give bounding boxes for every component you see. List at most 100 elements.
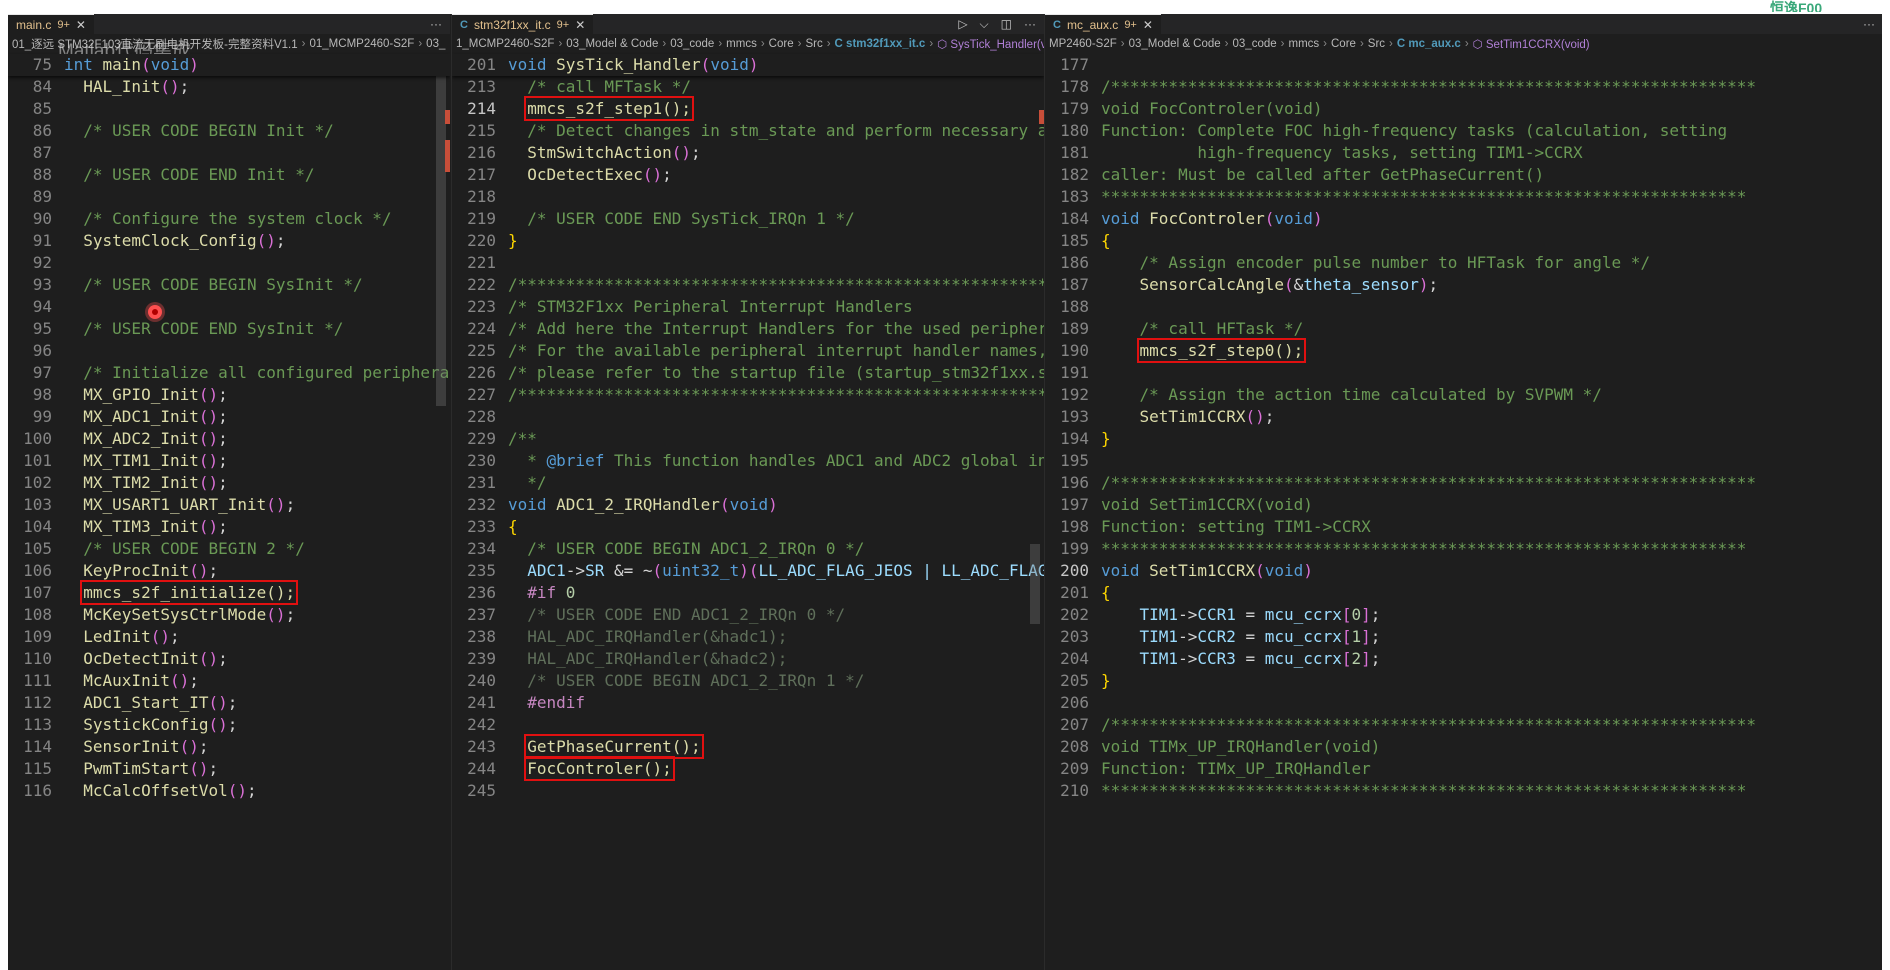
code-line[interactable]: 94 — [8, 296, 450, 318]
code-line[interactable]: 110 OcDetectInit(); — [8, 648, 450, 670]
code-line[interactable]: 180 Function: Complete FOC high-frequency… — [1045, 120, 1882, 142]
sticky-scroll-line[interactable]: 201 void SysTick_Handler(void) — [452, 54, 1044, 76]
code-line[interactable]: 230 * @brief This function handles ADC1 … — [452, 450, 1044, 472]
code-line[interactable]: 207 /************************************… — [1045, 714, 1882, 736]
code-line[interactable]: 101 MX_TIM1_Init(); — [8, 450, 450, 472]
code-line[interactable]: 184 void FocControler(void) — [1045, 208, 1882, 230]
split-editor-icon[interactable]: ◫ — [1001, 17, 1012, 31]
code-line[interactable]: 108 McKeySetSysCtrlMode(); — [8, 604, 450, 626]
close-icon[interactable]: ✕ — [575, 18, 585, 32]
code-line[interactable]: 209 Function: TIMx_UP_IRQHandler — [1045, 758, 1882, 780]
code-line[interactable]: 186 /* Assign encoder pulse number to HF… — [1045, 252, 1882, 274]
code-line[interactable]: 88 /* USER CODE END Init */ — [8, 164, 450, 186]
code-line[interactable]: 102 MX_TIM2_Init(); — [8, 472, 450, 494]
breadcrumb-file[interactable]: C stm32f1xx_it.c — [835, 38, 926, 50]
code-line[interactable]: 103 MX_USART1_UART_Init(); — [8, 494, 450, 516]
breadcrumb-folder[interactable]: MP2460-S2F — [1049, 38, 1117, 50]
code-line[interactable]: 93 /* USER CODE BEGIN SysInit */ — [8, 274, 450, 296]
code-line[interactable]: 198 Function: setting TIM1->CCRX — [1045, 516, 1882, 538]
code-line[interactable]: 201 { — [1045, 582, 1882, 604]
code-line[interactable]: 226 /* please refer to the startup file (… — [452, 362, 1044, 384]
code-line[interactable]: 178 /************************************… — [1045, 76, 1882, 98]
code-line[interactable]: 222 /************************************… — [452, 274, 1044, 296]
code-line[interactable]: 87 — [8, 142, 450, 164]
breadcrumb-folder[interactable]: 03_code — [1233, 38, 1277, 50]
breadcrumb-folder[interactable]: Core — [769, 38, 794, 50]
tab-mc-aux-c[interactable]: C mc_aux.c 9+ ✕ — [1045, 14, 1161, 35]
code-line[interactable]: 111 McAuxInit(); — [8, 670, 450, 692]
code-line[interactable]: 221 — [452, 252, 1044, 274]
code-line[interactable]: 85 — [8, 98, 450, 120]
code-line[interactable]: 227 /************************************… — [452, 384, 1044, 406]
code-line[interactable]: 193 SetTim1CCRX(); — [1045, 406, 1882, 428]
code-line[interactable]: 214 mmcs_s2f_step1(); — [452, 96, 1044, 121]
breadcrumb-folder[interactable]: 1_MCMP2460-S2F — [456, 38, 554, 50]
code-line[interactable]: 196 /************************************… — [1045, 472, 1882, 494]
code-line[interactable]: 100 MX_ADC2_Init(); — [8, 428, 450, 450]
code-line[interactable]: 92 — [8, 252, 450, 274]
more-actions-icon[interactable]: ··· — [1024, 17, 1036, 31]
code-line[interactable]: 242 — [452, 714, 1044, 736]
code-line[interactable]: 191 — [1045, 362, 1882, 384]
code-line[interactable]: 113 SystickConfig(); — [8, 714, 450, 736]
code-line[interactable]: 106 KeyProcInit(); — [8, 560, 450, 582]
code-line[interactable]: 224 /* Add here the Interrupt Handlers fo… — [452, 318, 1044, 340]
code-line[interactable]: 185 { — [1045, 230, 1882, 252]
breadcrumb-folder[interactable]: Src — [805, 38, 822, 50]
code-line[interactable]: 182 caller: Must be called after GetPhase… — [1045, 164, 1882, 186]
code-line[interactable]: 202 TIM1->CCR1 = mcu_ccrx[0]; — [1045, 604, 1882, 626]
code-line[interactable]: 241 #endif — [452, 692, 1044, 714]
breadcrumb-folder[interactable]: 01_逐远 STM32F103直流无刷电机开发板-完整资料V1.1 — [12, 36, 298, 52]
breadcrumb-folder[interactable]: mmcs — [1288, 38, 1319, 50]
code-line[interactable]: 84 HAL_Init(); — [8, 76, 450, 98]
breadcrumb-folder[interactable]: mmcs — [726, 38, 757, 50]
code-line[interactable]: 208 void TIMx_UP_IRQHandler(void) — [1045, 736, 1882, 758]
run-icon[interactable]: ▷ — [958, 17, 967, 31]
code-line[interactable]: 200 void SetTim1CCRX(void) — [1045, 560, 1882, 582]
breadcrumb-folder[interactable]: 01_MCMP2460-S2F — [310, 38, 415, 50]
code-line[interactable]: 234 /* USER CODE BEGIN ADC1_2_IRQn 0 */ — [452, 538, 1044, 560]
code-line[interactable]: 240 /* USER CODE BEGIN ADC1_2_IRQn 1 */ — [452, 670, 1044, 692]
code-line[interactable]: 116 McCalcOffsetVol(); — [8, 780, 450, 802]
code-line[interactable]: 98 MX_GPIO_Init(); — [8, 384, 450, 406]
code-line[interactable]: 199 *************************************… — [1045, 538, 1882, 560]
code-line[interactable]: 90 /* Configure the system clock */ — [8, 208, 450, 230]
code-line[interactable]: 89 — [8, 186, 450, 208]
code-line[interactable]: 233 { — [452, 516, 1044, 538]
code-line[interactable]: 223 /* STM32F1xx Peripheral Interrupt Han… — [452, 296, 1044, 318]
code-line[interactable]: 96 — [8, 340, 450, 362]
tab-stm32f1xx-it-c[interactable]: C stm32f1xx_it.c 9+ ✕ — [452, 14, 594, 35]
code-line[interactable]: 114 SensorInit(); — [8, 736, 450, 758]
code-line[interactable]: 232 void ADC1_2_IRQHandler(void) — [452, 494, 1044, 516]
more-actions-icon[interactable]: ··· — [1863, 17, 1875, 31]
code-line[interactable]: 239 HAL_ADC_IRQHandler(&hadc2); — [452, 648, 1044, 670]
code-line[interactable]: 229 /** — [452, 428, 1044, 450]
breadcrumb-folder[interactable]: 03_Model & Code — [566, 38, 658, 50]
chevron-down-icon[interactable]: ⌵ — [980, 17, 989, 32]
code-line[interactable]: 112 ADC1_Start_IT(); — [8, 692, 450, 714]
code-line[interactable]: 86 /* USER CODE BEGIN Init */ — [8, 120, 450, 142]
breadcrumb-folder[interactable]: 03_Model & Code — [1129, 38, 1221, 50]
breadcrumb-folder[interactable]: Src — [1368, 38, 1385, 50]
code-line[interactable]: 225 /* For the available peripheral inter… — [452, 340, 1044, 362]
code-line[interactable]: 215 /* Detect changes in stm_state and p… — [452, 120, 1044, 142]
code-editor[interactable]: 201 void SysTick_Handler(void) 213 /* call… — [452, 54, 1044, 970]
code-line[interactable]: 219 /* USER CODE END SysTick_IRQn 1 */ — [452, 208, 1044, 230]
code-line[interactable]: 189 /* call HFTask */ — [1045, 318, 1882, 340]
code-line[interactable]: 206 — [1045, 692, 1882, 714]
close-icon[interactable]: ✕ — [1143, 18, 1153, 32]
code-line[interactable]: 217 OcDetectExec(); — [452, 164, 1044, 186]
code-line[interactable]: 204 TIM1->CCR3 = mcu_ccrx[2]; — [1045, 648, 1882, 670]
code-line[interactable]: 177 — [1045, 54, 1882, 76]
breadcrumb-folder[interactable]: 03_ — [426, 38, 445, 50]
code-line[interactable]: 213 /* call MFTask */ — [452, 76, 1044, 98]
code-line[interactable]: 194} — [1045, 428, 1882, 450]
code-line[interactable]: 107 mmcs_s2f_initialize(); — [8, 580, 450, 605]
code-line[interactable]: 181 high-frequency tasks, setting TIM1->… — [1045, 142, 1882, 164]
code-line[interactable]: 97 /* Initialize all configured peripher… — [8, 362, 450, 384]
code-line[interactable]: 243 GetPhaseCurrent(); — [452, 734, 1044, 759]
vertical-scrollbar[interactable] — [1030, 544, 1040, 624]
code-line[interactable]: 187 SensorCalcAngle(&theta_sensor); — [1045, 274, 1882, 296]
code-line[interactable]: 236 #if 0 — [452, 582, 1044, 604]
code-line[interactable]: 91 SystemClock_Config(); — [8, 230, 450, 252]
